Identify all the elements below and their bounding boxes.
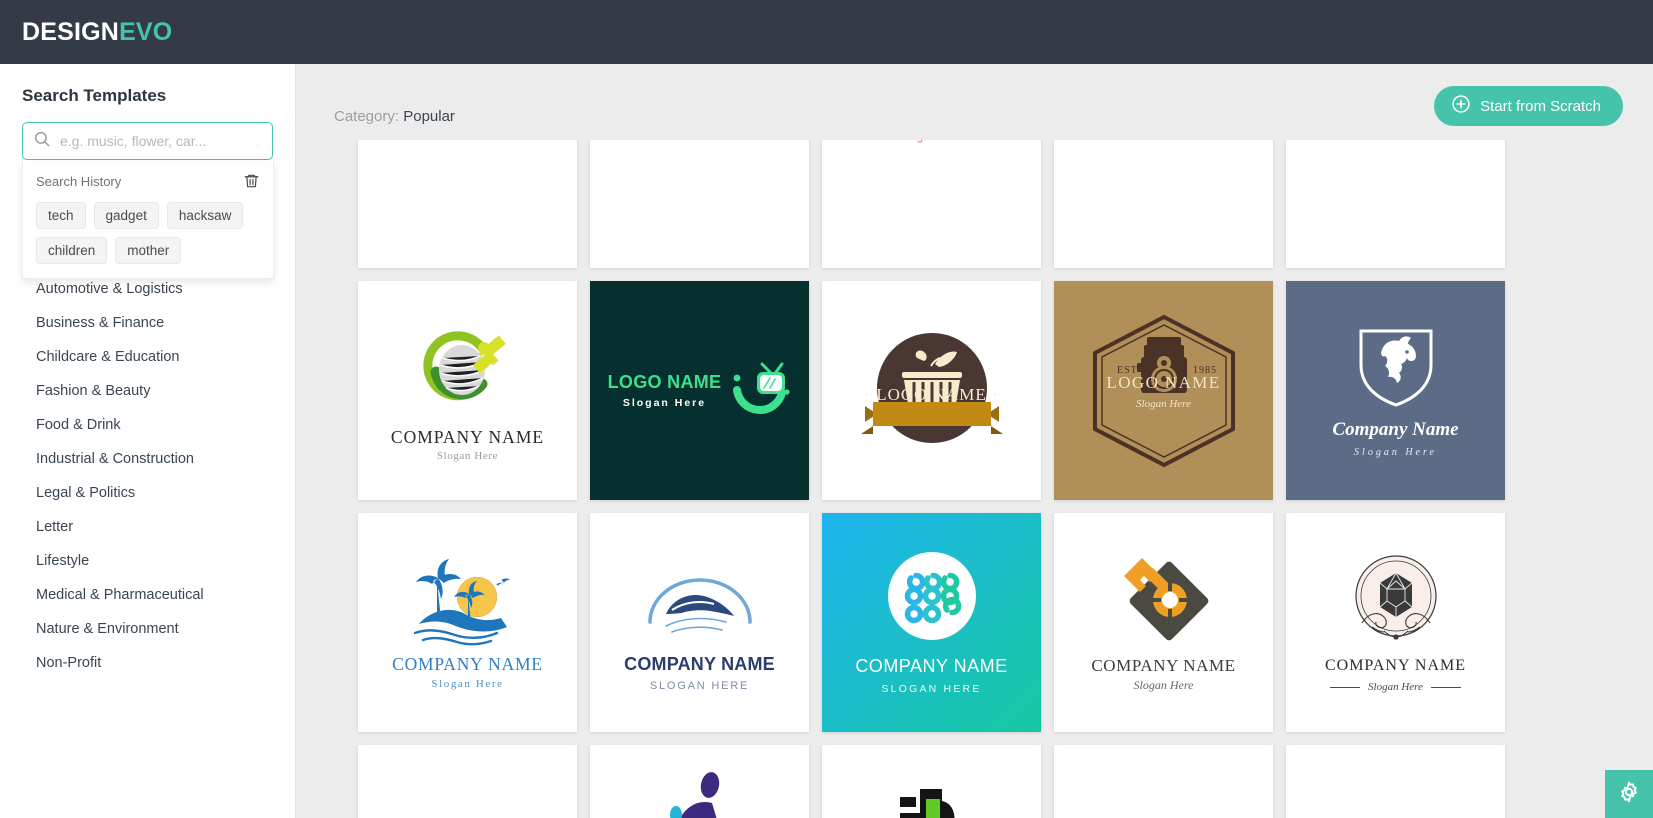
search-history-label: Search History bbox=[36, 174, 121, 189]
template-card[interactable]: COMPANY NAME Slogan Here bbox=[1054, 513, 1273, 732]
template-title: LOGO NAME bbox=[1054, 373, 1273, 393]
palm-beach-sunset-icon bbox=[403, 554, 533, 646]
settings-button[interactable] bbox=[1605, 770, 1653, 818]
sidebar-title: Search Templates bbox=[0, 64, 295, 106]
history-chip[interactable]: children bbox=[36, 237, 107, 264]
history-chip[interactable]: gadget bbox=[94, 202, 159, 229]
search-area: Search History tech gadget hacksaw child… bbox=[22, 122, 273, 160]
template-card[interactable] bbox=[590, 745, 809, 818]
sidebar-item-fashion-beauty[interactable]: Fashion & Beauty bbox=[0, 374, 295, 408]
template-card[interactable]: COMPANY NAME Slogan Here bbox=[358, 513, 577, 732]
divider-line-left bbox=[1330, 687, 1360, 688]
wolf-shield-icon bbox=[1355, 323, 1437, 407]
sidebar-item-business-finance[interactable]: Business & Finance bbox=[0, 306, 295, 340]
sidebar-item-childcare-education[interactable]: Childcare & Education bbox=[0, 340, 295, 374]
template-slogan: Slogan Here bbox=[623, 397, 706, 409]
divider-line-right bbox=[1431, 687, 1461, 688]
logo-first-part: DESIGN bbox=[22, 18, 119, 46]
template-grid-scroll[interactable]: COMPANY NAME Slogan Here Slogan Here bbox=[296, 140, 1653, 818]
template-grid: COMPANY NAME Slogan Here Slogan Here bbox=[358, 140, 1523, 818]
template-title: COMPANY NAME bbox=[391, 427, 544, 447]
sidebar-item-food-drink[interactable]: Food & Drink bbox=[0, 408, 295, 442]
template-slogan: Slogan Here bbox=[1054, 398, 1273, 411]
template-title: LOGO NAME bbox=[608, 372, 722, 393]
template-card[interactable]: LOGO NAME Slogan Here bbox=[590, 281, 809, 500]
logo-second-part: EVO bbox=[119, 18, 172, 46]
template-title: COMPANY NAME bbox=[392, 654, 543, 674]
sidebar: Search Templates Search History bbox=[0, 64, 296, 818]
sidebar-item-non-profit[interactable]: Non-Profit bbox=[0, 646, 295, 680]
start-from-scratch-label: Start from Scratch bbox=[1480, 98, 1601, 115]
people-abstract-icon bbox=[658, 771, 742, 818]
template-card[interactable] bbox=[358, 140, 577, 268]
sidebar-item-lifestyle[interactable]: Lifestyle bbox=[0, 544, 295, 578]
sidebar-item-nature-environment[interactable]: Nature & Environment bbox=[0, 612, 295, 646]
template-title: COMPANY NAME bbox=[624, 654, 775, 675]
content-area: Category: Popular Start from Scratch bbox=[296, 64, 1653, 818]
template-slogan: Slogan Here bbox=[1368, 681, 1423, 694]
sidebar-item-industrial-construction[interactable]: Industrial & Construction bbox=[0, 442, 295, 476]
satellite-globe-icon bbox=[412, 318, 524, 419]
template-card[interactable] bbox=[822, 745, 1041, 818]
template-card[interactable]: COMPANY NAME Slogan Here bbox=[1286, 513, 1505, 732]
sidebar-item-medical-pharmaceutical[interactable]: Medical & Pharmaceutical bbox=[0, 578, 295, 612]
trash-icon[interactable] bbox=[243, 172, 260, 190]
template-card[interactable]: COMPANY NAME SLOGAN HERE bbox=[590, 513, 809, 732]
top-navbar: DESIGNEVO bbox=[0, 0, 1653, 64]
template-title: · LOGO NAME · bbox=[822, 385, 1041, 405]
search-box[interactable] bbox=[22, 122, 273, 160]
search-history-header: Search History bbox=[36, 172, 260, 190]
plus-circle-icon bbox=[1451, 94, 1471, 118]
search-history-chips: tech gadget hacksaw children mother bbox=[36, 202, 260, 264]
breadcrumb: Category: Popular bbox=[334, 108, 455, 125]
template-slogan: SLOGAN HERE bbox=[881, 683, 981, 695]
template-card[interactable] bbox=[358, 745, 577, 818]
template-card[interactable]: Company Name Slogan Here bbox=[1286, 281, 1505, 500]
template-title: COMPANY NAME bbox=[855, 656, 1007, 677]
template-slogan: Slogan Here bbox=[437, 450, 498, 463]
template-title: COMPANY NAME bbox=[1325, 657, 1466, 675]
designevo-template-picker: DESIGNEVO Search Templates Search Histor… bbox=[0, 0, 1653, 818]
template-slogan: Slogan Here bbox=[431, 678, 503, 691]
content-header: Category: Popular Start from Scratch bbox=[296, 64, 1653, 140]
template-slogan-row: Slogan Here bbox=[1330, 681, 1461, 694]
app-logo[interactable]: DESIGNEVO bbox=[22, 18, 172, 47]
template-card[interactable] bbox=[1054, 745, 1273, 818]
template-card[interactable]: COMPANY NAME SLOGAN HERE bbox=[822, 513, 1041, 732]
template-slogan: Slogan Here bbox=[1354, 447, 1437, 459]
sidebar-item-legal-politics[interactable]: Legal & Politics bbox=[0, 476, 295, 510]
tv-monitor-icon bbox=[729, 352, 791, 429]
key-diamond-icon bbox=[1112, 552, 1216, 648]
search-history-dropdown: Search History tech gadget hacksaw child… bbox=[22, 161, 274, 279]
search-icon bbox=[33, 130, 51, 153]
template-slogan: Slogan Here bbox=[901, 140, 962, 143]
template-card[interactable]: · LOGO NAME · bbox=[822, 281, 1041, 500]
history-chip[interactable]: mother bbox=[115, 237, 181, 264]
template-card[interactable]: Slogan Here bbox=[1054, 140, 1273, 268]
template-card[interactable]: COMPANY NAME Slogan Here bbox=[822, 140, 1041, 268]
gem-ornate-circle-icon bbox=[1342, 551, 1450, 651]
wave-arc-icon bbox=[642, 552, 758, 644]
dots-circle-icon bbox=[886, 550, 978, 642]
template-card[interactable]: EST1985 LOGO NAME Slogan Here bbox=[1054, 281, 1273, 500]
category-value: Popular bbox=[403, 108, 455, 125]
gear-icon bbox=[1617, 780, 1641, 809]
template-title: COMPANY NAME bbox=[1091, 656, 1235, 676]
template-card[interactable] bbox=[1286, 745, 1505, 818]
template-card[interactable]: COMPANY NAME Slogan Here bbox=[358, 281, 577, 500]
history-chip[interactable]: hacksaw bbox=[167, 202, 244, 229]
template-slogan: Slogan Here bbox=[1134, 679, 1194, 693]
history-chip[interactable]: tech bbox=[36, 202, 86, 229]
black-green-mark-icon bbox=[886, 775, 978, 818]
template-slogan: SLOGAN HERE bbox=[650, 680, 749, 693]
template-card[interactable] bbox=[1286, 140, 1505, 268]
category-label: Category: bbox=[334, 108, 399, 125]
template-title: Company Name bbox=[1332, 419, 1458, 441]
start-from-scratch-button[interactable]: Start from Scratch bbox=[1434, 86, 1623, 126]
sidebar-item-letter[interactable]: Letter bbox=[0, 510, 295, 544]
template-card[interactable] bbox=[590, 140, 809, 268]
search-input[interactable] bbox=[60, 133, 262, 149]
